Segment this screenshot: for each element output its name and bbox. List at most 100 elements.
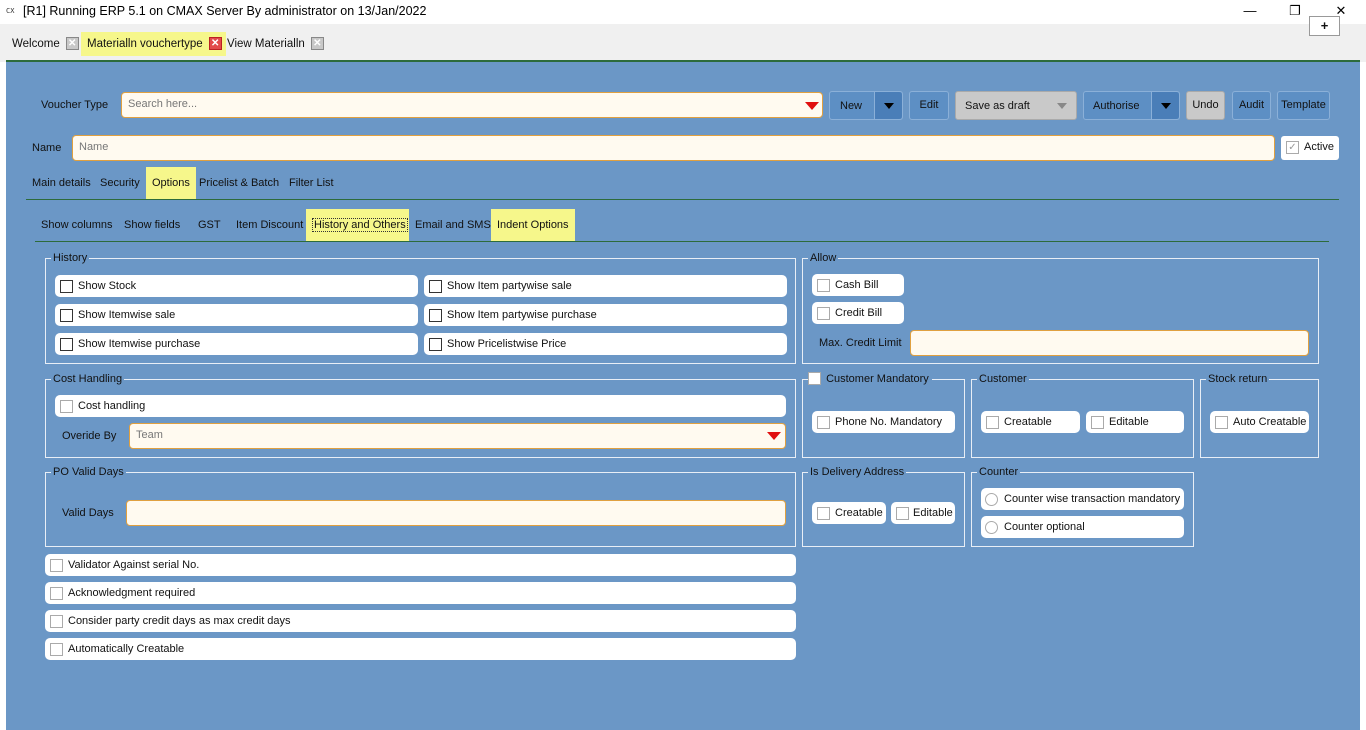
edit-button[interactable]: Edit xyxy=(909,91,949,120)
window-title: [R1] Running ERP 5.1 on CMAX Server By a… xyxy=(23,4,427,18)
checkbox-label: Show Stock xyxy=(78,280,137,292)
cost-handling-title: Cost Handling xyxy=(51,373,125,385)
tab-indent-options[interactable]: Indent Options xyxy=(491,209,575,241)
show-item-partywise-sale-checkbox[interactable]: Show Item partywise sale xyxy=(424,275,787,297)
checkbox-label: Automatically Creatable xyxy=(68,643,185,655)
divider xyxy=(26,199,1339,200)
acknowledgment-checkbox[interactable]: Acknowledgment required xyxy=(45,582,796,604)
automatically-creatable-checkbox[interactable]: Automatically Creatable xyxy=(45,638,796,660)
show-pricelistwise-price-checkbox[interactable]: Show Pricelistwise Price xyxy=(424,333,787,355)
override-placeholder: Team xyxy=(136,429,163,441)
tab-gst[interactable]: GST xyxy=(192,209,227,241)
minimize-button[interactable]: — xyxy=(1240,2,1260,20)
new-button-label: New xyxy=(840,100,863,112)
radio-label: Counter wise transaction mandatory xyxy=(1004,493,1181,505)
checkbox-icon xyxy=(60,309,73,322)
customer-mandatory-checkbox[interactable]: Customer Mandatory xyxy=(808,372,932,385)
save-draft-label: Save as draft xyxy=(965,100,1030,112)
checkbox-label: Validator Against serial No. xyxy=(68,559,200,571)
checkbox-icon xyxy=(817,416,830,429)
tab-show-fields[interactable]: Show fields xyxy=(118,209,186,241)
override-by-dropdown[interactable]: Team xyxy=(129,423,786,449)
tab-security[interactable]: Security xyxy=(94,167,146,199)
authorise-button[interactable]: Authorise xyxy=(1083,91,1180,120)
checkbox-label: Editable xyxy=(1109,416,1149,428)
auto-creatable-checkbox[interactable]: Auto Creatable xyxy=(1210,411,1309,433)
radio-label: Counter optional xyxy=(1004,521,1085,533)
checkbox-label: Cost handling xyxy=(78,400,146,412)
show-itemwise-purchase-checkbox[interactable]: Show Itemwise purchase xyxy=(55,333,418,355)
max-credit-limit-label: Max. Credit Limit xyxy=(819,337,902,349)
active-checkbox[interactable]: ✓ Active xyxy=(1281,136,1339,160)
voucher-type-label: Voucher Type xyxy=(41,99,109,111)
tab-history-and-others[interactable]: History and Others xyxy=(306,209,409,241)
checkbox-icon xyxy=(50,559,63,572)
tab-item-discount[interactable]: Item Discount xyxy=(230,209,309,241)
allow-title: Allow xyxy=(808,252,839,264)
checkbox-icon xyxy=(429,338,442,351)
close-icon[interactable]: ✕ xyxy=(65,37,79,51)
checkbox-label: Editable xyxy=(913,507,953,519)
title-bar: CX [R1] Running ERP 5.1 on CMAX Server B… xyxy=(0,0,1366,24)
delivery-editable-checkbox[interactable]: Editable xyxy=(891,502,955,524)
checkbox-label: Show Item partywise purchase xyxy=(447,309,597,321)
checkbox-icon xyxy=(60,400,73,413)
close-icon[interactable]: ✕ xyxy=(310,37,324,51)
customer-editable-checkbox[interactable]: Editable xyxy=(1086,411,1184,433)
credit-bill-checkbox[interactable]: Credit Bill xyxy=(812,302,904,324)
document-tab-bar: Welcome ✕ Materialln vouchertype ✕ View Ma… xyxy=(0,24,1366,62)
counter-optional-radio[interactable]: Counter optional xyxy=(981,516,1184,538)
restore-button[interactable]: ❐ xyxy=(1285,2,1305,20)
authorise-dropdown-arrow-icon[interactable] xyxy=(1151,92,1179,119)
cash-bill-checkbox[interactable]: Cash Bill xyxy=(812,274,904,296)
show-item-partywise-purchase-checkbox[interactable]: Show Item partywise purchase xyxy=(424,304,787,326)
radio-icon xyxy=(985,493,998,506)
tab-materialln-vouchertype[interactable]: Materialln vouchertype ✕ xyxy=(81,32,226,56)
phone-no-mandatory-checkbox[interactable]: Phone No. Mandatory xyxy=(812,411,955,433)
app-logo-icon: CX xyxy=(6,7,15,15)
audit-button[interactable]: Audit xyxy=(1232,91,1271,120)
name-input[interactable]: Name xyxy=(72,135,1275,161)
tab-view-materialln[interactable]: View Materialln ✕ xyxy=(221,32,328,56)
valid-days-label: Valid Days xyxy=(62,507,114,519)
add-tab-button[interactable]: + xyxy=(1309,16,1340,36)
show-stock-checkbox[interactable]: Show Stock xyxy=(55,275,418,297)
customer-title: Customer xyxy=(977,373,1029,385)
max-credit-limit-input[interactable] xyxy=(910,330,1309,356)
party-credit-days-checkbox[interactable]: Consider party credit days as max credit… xyxy=(45,610,796,632)
new-button[interactable]: New xyxy=(829,91,903,120)
customer-creatable-checkbox[interactable]: Creatable xyxy=(981,411,1080,433)
tab-email-and-sms[interactable]: Email and SMS xyxy=(409,209,497,241)
checkbox-icon xyxy=(817,279,830,292)
template-button[interactable]: Template xyxy=(1277,91,1330,120)
show-itemwise-sale-checkbox[interactable]: Show Itemwise sale xyxy=(55,304,418,326)
delivery-creatable-checkbox[interactable]: Creatable xyxy=(812,502,886,524)
checkbox-icon xyxy=(429,309,442,322)
checkbox-label: Show Itemwise sale xyxy=(78,309,176,321)
checkbox-label: Consider party credit days as max credit… xyxy=(68,615,291,627)
cost-handling-checkbox[interactable]: Cost handling xyxy=(55,395,786,417)
voucher-type-search-input[interactable]: Search here... xyxy=(121,92,823,118)
tab-pricelist-batch[interactable]: Pricelist & Batch xyxy=(193,167,285,199)
save-as-draft-button[interactable]: Save as draft xyxy=(955,91,1077,120)
tab-options[interactable]: Options xyxy=(146,167,196,199)
name-placeholder: Name xyxy=(79,141,109,153)
counter-wise-mandatory-radio[interactable]: Counter wise transaction mandatory xyxy=(981,488,1184,510)
tab-show-columns[interactable]: Show columns xyxy=(35,209,119,241)
new-dropdown-arrow-icon[interactable] xyxy=(874,92,902,119)
divider xyxy=(35,241,1329,242)
undo-button[interactable]: Undo xyxy=(1186,91,1225,120)
checkbox-label: Auto Creatable xyxy=(1233,416,1307,428)
radio-icon xyxy=(985,521,998,534)
validator-serial-checkbox[interactable]: Validator Against serial No. xyxy=(45,554,796,576)
tab-welcome[interactable]: Welcome ✕ xyxy=(6,32,83,56)
checkbox-icon xyxy=(817,307,830,320)
tab-main-details[interactable]: Main details xyxy=(26,167,97,199)
stock-return-title: Stock return xyxy=(1206,373,1270,385)
close-icon[interactable]: ✕ xyxy=(208,37,222,51)
checkbox-label: Cash Bill xyxy=(835,279,879,291)
tab-filter-list[interactable]: Filter List xyxy=(283,167,340,199)
valid-days-input[interactable] xyxy=(126,500,786,526)
checkbox-icon xyxy=(986,416,999,429)
checkbox-label: Show Pricelistwise Price xyxy=(447,338,567,350)
